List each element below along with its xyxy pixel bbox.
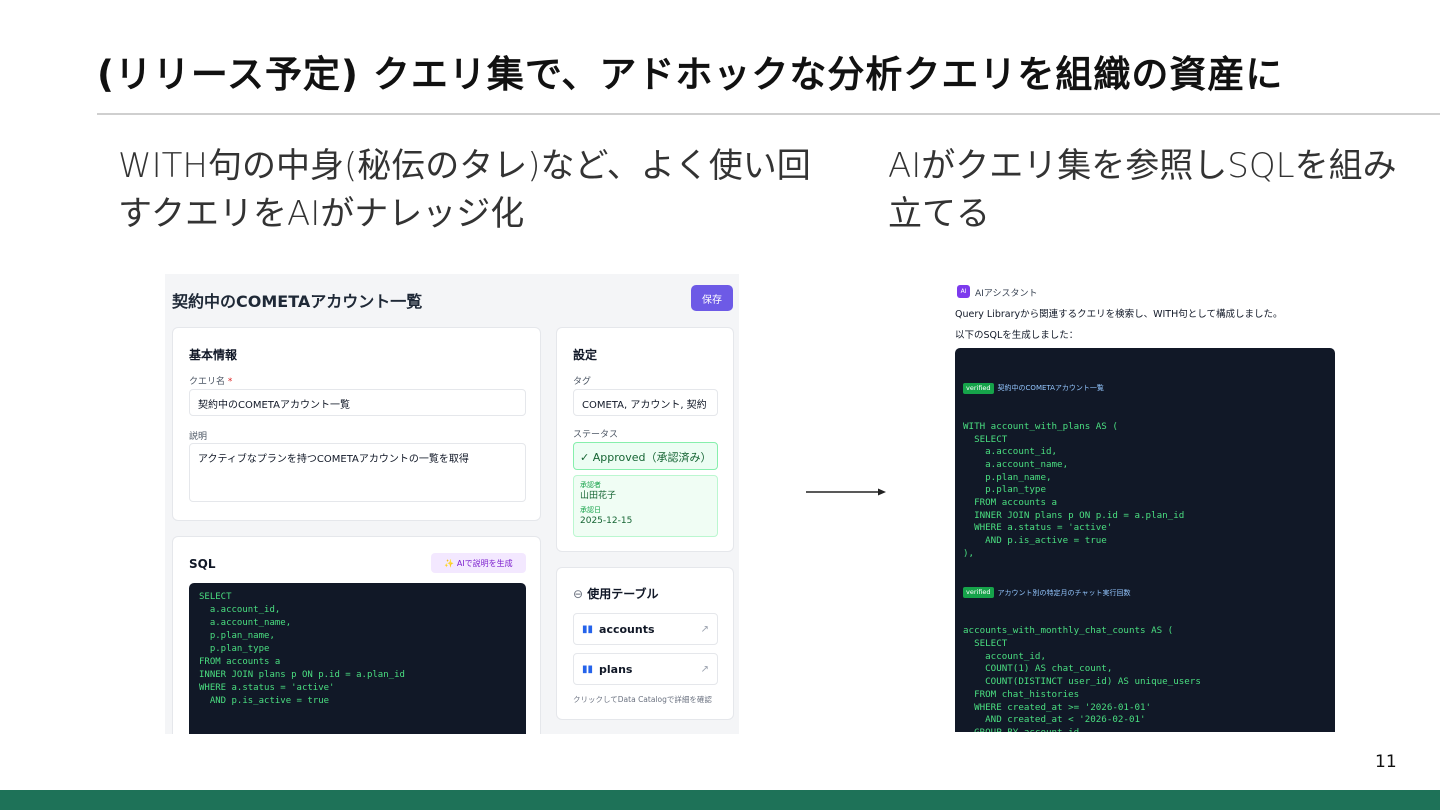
verified-header-1: verified 契約中のCOMETAアカウント一覧 xyxy=(963,381,1327,395)
tables-card: ⊖ 使用テーブル ▮▮ accounts ↗ ▮▮ plans ↗ クリックして… xyxy=(556,567,734,720)
table-link-accounts[interactable]: ▮▮ accounts ↗ xyxy=(573,613,718,645)
settings-heading: 設定 xyxy=(573,348,598,362)
table-icon: ▮▮ xyxy=(582,663,594,675)
description-label: 説明 xyxy=(189,432,208,442)
ai-explain-button[interactable]: ✨ AIで説明を生成 xyxy=(431,553,526,573)
query-name-input[interactable]: 契約中のCOMETAアカウント一覧 xyxy=(189,389,526,416)
approver-value: 山田花子 xyxy=(580,491,617,501)
bullet-left: WITH句の中身(秘伝のタレ)など、よく使い回すクエリをAIがナレッジ化 xyxy=(118,146,811,234)
external-link-icon: ↗ xyxy=(700,623,709,635)
table-icon: ▮▮ xyxy=(582,623,594,635)
required-mark: * xyxy=(227,377,233,387)
flow-arrow xyxy=(806,488,886,496)
description-textarea[interactable]: アクティブなプランを持つCOMETAアカウントの一覧を取得 xyxy=(189,443,526,502)
basic-info-card: 基本情報 クエリ名 * 契約中のCOMETAアカウント一覧 説明 アクティブなプ… xyxy=(172,327,541,521)
save-button[interactable]: 保存 xyxy=(691,285,733,311)
verified-badge: verified xyxy=(963,587,994,599)
footer-bar xyxy=(0,790,1440,810)
ai-assistant-screenshot: AI AIアシスタント Query Libraryから関連するクエリを検索し、W… xyxy=(941,280,1341,732)
assistant-name: AIアシスタント xyxy=(975,289,1038,299)
generated-sql-block: verified 契約中のCOMETAアカウント一覧 WITH account_… xyxy=(955,348,1335,732)
status-label: ステータス xyxy=(573,430,619,440)
title-divider xyxy=(97,113,1440,115)
query-name-label: クエリ名 * xyxy=(189,377,233,387)
slide-title: (リリース予定) クエリ集で、アドホックな分析クエリを組織の資産に xyxy=(97,53,1284,96)
ai-avatar-icon: AI xyxy=(957,285,970,298)
assistant-message-2: 以下のSQLを生成しました： xyxy=(955,330,1079,341)
sql-code-editor[interactable]: SELECT a.account_id, a.account_name, p.p… xyxy=(189,583,526,734)
verified-query-title: アカウント別の特定月のチャット実行回数 xyxy=(997,588,1131,597)
status-select[interactable]: ✓ Approved（承認済み） xyxy=(573,442,718,470)
verified-query-title: 契約中のCOMETAアカウント一覧 xyxy=(997,384,1104,393)
tag-input[interactable]: COMETA, アカウント, 契約 xyxy=(573,389,718,416)
tag-label: タグ xyxy=(573,377,592,387)
approved-date-value: 2025-12-15 xyxy=(580,516,633,526)
verified-header-2: verified アカウント別の特定月のチャット実行回数 xyxy=(963,586,1327,600)
query-title: 契約中のCOMETAアカウント一覧 xyxy=(172,292,423,311)
external-link-icon: ↗ xyxy=(700,663,709,675)
verified-badge: verified xyxy=(963,382,994,394)
page-number: 11 xyxy=(1375,752,1397,772)
approver-label: 承認者 xyxy=(580,481,601,489)
approved-date-label: 承認日 xyxy=(580,506,601,514)
database-icon: ⊖ xyxy=(573,587,584,601)
assistant-message-1: Query Libraryから関連するクエリを検索し、WITH句として構成しまし… xyxy=(955,309,1283,320)
basic-info-heading: 基本情報 xyxy=(189,348,238,362)
tables-heading: ⊖ 使用テーブル xyxy=(573,587,659,601)
sql-block-1: WITH account_with_plans AS ( SELECT a.ac… xyxy=(963,420,1185,559)
sql-heading: SQL xyxy=(189,557,216,571)
approval-info: 承認者 山田花子 承認日 2025-12-15 xyxy=(573,475,718,537)
bullet-right: AIがクエリ集を参照しSQLを組み立てる xyxy=(888,146,1397,234)
sql-card: SQL ✨ AIで説明を生成 SELECT a.account_id, a.ac… xyxy=(172,536,541,734)
sql-block-2: accounts_with_monthly_chat_counts AS ( S… xyxy=(963,625,1201,732)
table-link-plans[interactable]: ▮▮ plans ↗ xyxy=(573,653,718,685)
query-editor-screenshot: 契約中のCOMETAアカウント一覧 保存 基本情報 クエリ名 * 契約中のCOM… xyxy=(165,274,739,734)
catalog-hint: クリックしてData Catalogで詳細を確認 xyxy=(573,695,712,704)
settings-card: 設定 タグ COMETA, アカウント, 契約 ステータス ✓ Approved… xyxy=(556,327,734,552)
